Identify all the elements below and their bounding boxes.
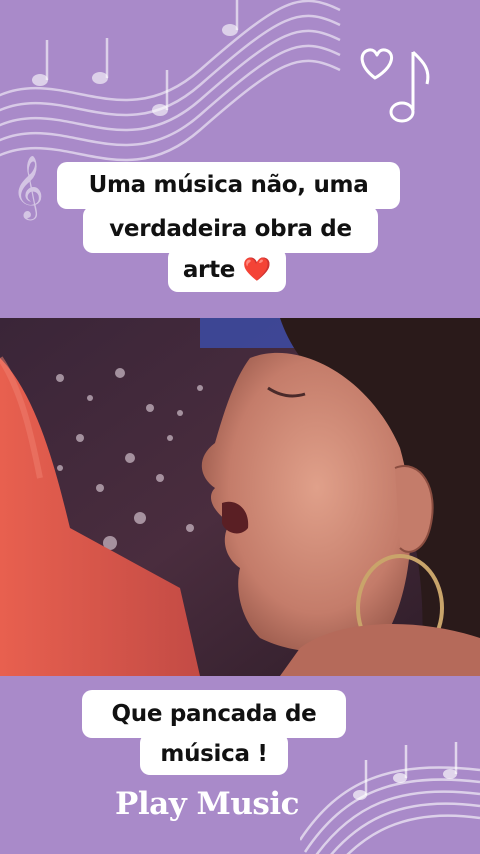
heart-outline-icon [360, 48, 430, 123]
svg-text:𝄞: 𝄞 [12, 155, 44, 221]
caption-top-line-1: Uma música não, uma [57, 162, 400, 209]
video-frame[interactable] [0, 318, 480, 676]
caption-top-line-3-text: arte [182, 257, 236, 283]
caption-bottom-line-2: música ! [140, 733, 288, 775]
caption-bottom-line-1: Que pancada de [82, 690, 346, 738]
concert-photo [0, 318, 480, 676]
caption-top-line-2: verdadeira obra de [83, 206, 378, 253]
caption-top-line-3: arte ❤️ [168, 248, 286, 292]
red-heart-emoji: ❤️ [242, 257, 272, 283]
brand-title: Play Music [115, 786, 299, 822]
story-page: 𝄞 Uma música não, uma verdadeira obra de… [0, 0, 480, 854]
music-note-icon [389, 50, 430, 123]
